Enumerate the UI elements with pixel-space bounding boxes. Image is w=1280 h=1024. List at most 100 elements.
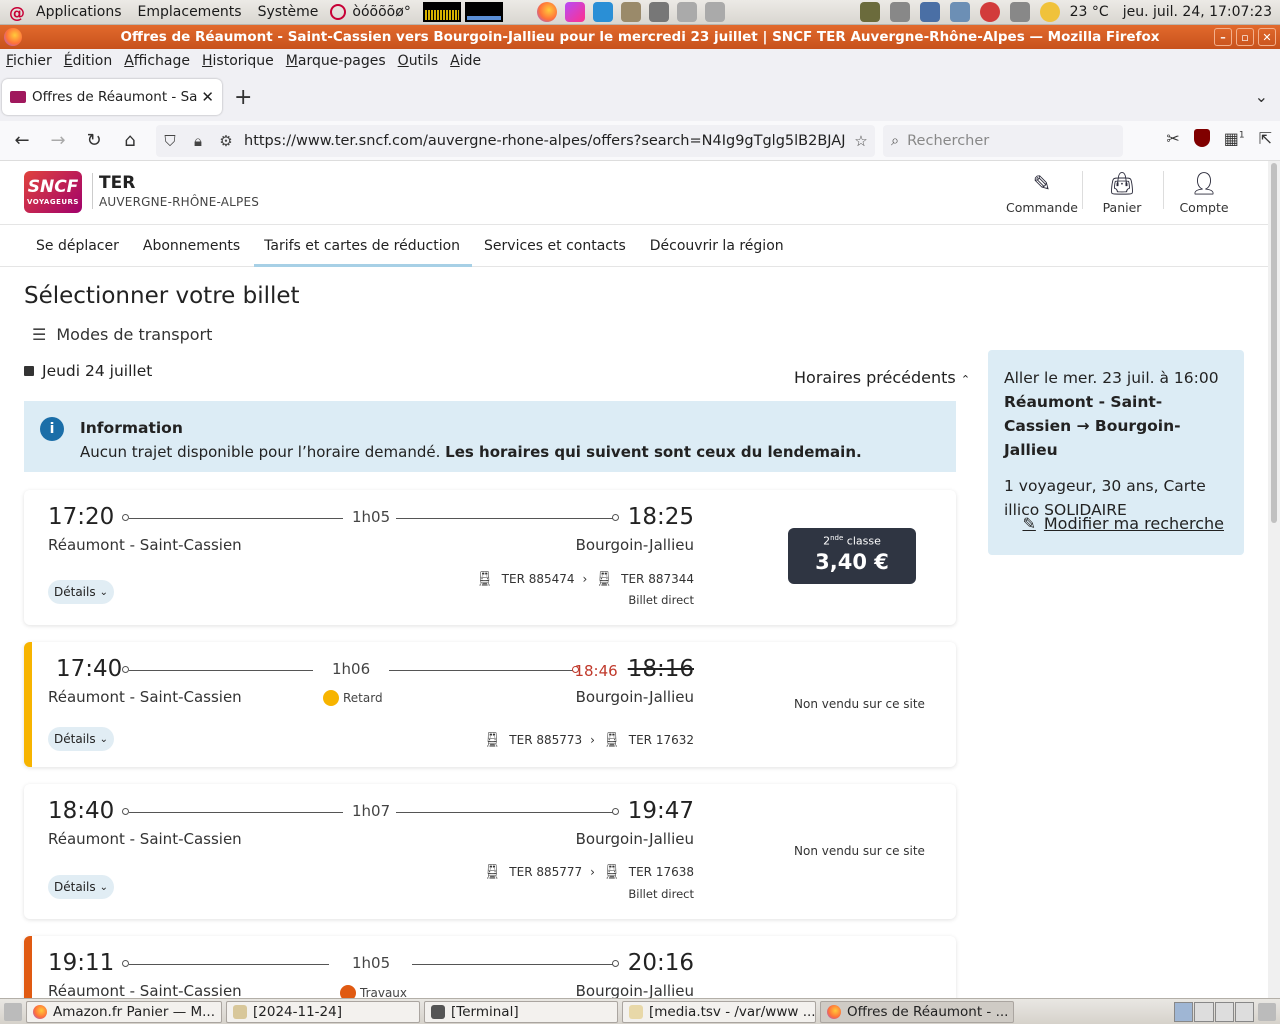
url-text[interactable]: https://www.ter.sncf.com/auvergne-rhone-… xyxy=(240,133,847,149)
folder-icon xyxy=(233,1004,247,1019)
network-launcher-2-icon[interactable] xyxy=(704,2,725,22)
tab-close-button[interactable]: ✕ xyxy=(201,88,214,106)
taskbar: Amazon.fr Panier — M... [2024-11-24] [Te… xyxy=(0,998,1280,1024)
timeline-line xyxy=(129,964,329,965)
line-dot xyxy=(612,960,619,967)
vscodium-launcher-icon[interactable] xyxy=(592,2,613,22)
screenshot-extension-icon[interactable]: ✂ xyxy=(1166,129,1179,148)
home-button[interactable]: ⌂ xyxy=(116,127,144,155)
nav-services[interactable]: Services et contacts xyxy=(472,226,638,266)
minimize-button[interactable]: – xyxy=(1214,28,1232,46)
taskbar-item-folder[interactable]: [2024-11-24] xyxy=(226,1000,420,1023)
shield-icon[interactable]: ⛉ xyxy=(156,132,184,150)
weather-temperature[interactable]: 23 °C xyxy=(1066,4,1113,20)
network-launcher-icon[interactable] xyxy=(676,2,697,22)
taskbar-item-amazon[interactable]: Amazon.fr Panier — M... xyxy=(26,1000,222,1023)
debian-logo-icon[interactable]: @ xyxy=(6,1,28,23)
journey-card[interactable]: 17:20 1h05 18:25 Réaumont - Saint-Cassie… xyxy=(24,490,956,625)
permissions-icon[interactable]: ⚙ xyxy=(212,132,240,150)
menu-edit[interactable]: Édition xyxy=(58,53,118,69)
modify-search-link[interactable]: ✎ Modifier ma recherche xyxy=(1022,512,1224,536)
web-page: SNCF VOYAGEURS TER AUVERGNE-RHÔNE-ALPES … xyxy=(0,161,1268,998)
ublock-origin-icon[interactable] xyxy=(1193,129,1210,147)
network-monitor-icon[interactable] xyxy=(464,2,503,22)
menu-tools[interactable]: Outils xyxy=(392,53,444,69)
brand[interactable]: TER AUVERGNE-RHÔNE-ALPES xyxy=(92,173,259,209)
places-menu[interactable]: Emplacements xyxy=(130,4,250,20)
taskbar-item-editor[interactable]: [media.tsv - /var/www ... xyxy=(622,1000,816,1023)
speaker-icon[interactable] xyxy=(1009,2,1030,22)
panier-button[interactable]: 👜︎ Panier xyxy=(1082,165,1162,221)
previous-times-label: Horaires précédents xyxy=(794,368,956,387)
firefox-launcher-icon[interactable] xyxy=(536,2,557,22)
price-button[interactable]: 2nde classe 3,40 € xyxy=(788,528,916,584)
tab-title: Offres de Réaumont - Sain xyxy=(32,89,198,105)
nav-decouvrir[interactable]: Découvrir la région xyxy=(638,226,796,266)
date-heading: Jeudi 24 juillet xyxy=(24,362,152,380)
menu-help[interactable]: Aide xyxy=(444,53,487,69)
train-number: TER 17638 xyxy=(628,865,694,879)
details-button[interactable]: Détails ⌄ xyxy=(48,875,114,899)
gimp-launcher-icon[interactable] xyxy=(620,2,641,22)
page-scrollbar[interactable] xyxy=(1268,161,1280,998)
trash-icon[interactable] xyxy=(1258,1002,1276,1021)
scrollbar-thumb[interactable] xyxy=(1271,163,1277,523)
menu-file[interactable]: Fichier xyxy=(0,53,58,69)
reload-button[interactable]: ↻ xyxy=(80,127,108,155)
screenshot-launcher-icon[interactable] xyxy=(648,2,669,22)
user-label[interactable]: òóõõõø° xyxy=(350,4,418,20)
train-list: 🚆︎ TER 885777 › 🚆︎ TER 17638 xyxy=(484,864,695,880)
taskbar-item-terminal[interactable]: [Terminal] xyxy=(424,1000,618,1023)
details-button[interactable]: Détails ⌄ xyxy=(48,727,114,751)
tab-list-chevron-icon[interactable]: ⌄ xyxy=(1255,87,1268,106)
workspace-switcher-icon[interactable] xyxy=(1174,1001,1254,1022)
lock-icon[interactable]: 🔒︎ xyxy=(184,132,212,150)
system-menu[interactable]: Système xyxy=(250,4,327,20)
blocked-icon[interactable] xyxy=(979,2,1000,22)
forward-button[interactable]: → xyxy=(44,127,72,155)
chevron-down-icon: ⌄ xyxy=(99,881,108,893)
extensions-icon[interactable]: ▦1 xyxy=(1224,129,1245,148)
compte-button[interactable]: 👤︎ Compte xyxy=(1164,165,1244,221)
back-button[interactable]: ← xyxy=(8,127,36,155)
price-amount: 3,40 € xyxy=(815,549,889,574)
departure-time: 17:40 xyxy=(56,656,123,682)
new-tab-button[interactable]: + xyxy=(234,85,252,110)
pencil-icon: ✎ xyxy=(1022,514,1036,533)
transport-modes-button[interactable]: ☰ Modes de transport xyxy=(32,325,212,344)
journey-card[interactable]: 17:40 1h06 18:46 18:16 Réaumont - Saint-… xyxy=(24,642,956,767)
info-message-bold: Les horaires qui suivent sont ceux du le… xyxy=(445,443,862,461)
battery-icon[interactable] xyxy=(949,2,970,22)
nav-abonnements[interactable]: Abonnements xyxy=(131,226,252,266)
journey-card[interactable]: 18:40 1h07 19:47 Réaumont - Saint-Cassie… xyxy=(24,784,956,919)
commande-button[interactable]: ✎ Commande xyxy=(1002,165,1082,221)
show-desktop-icon[interactable] xyxy=(4,1002,22,1021)
menu-history[interactable]: Historique xyxy=(196,53,280,69)
line-dot xyxy=(612,514,619,521)
phpstorm-launcher-icon[interactable] xyxy=(564,2,585,22)
previous-times-button[interactable]: Horaires précédents ⌃ xyxy=(794,368,970,387)
menu-view[interactable]: Affichage xyxy=(118,53,196,69)
cpu-monitor-icon[interactable] xyxy=(422,2,461,22)
info-text: Aucun trajet disponible pour l’horaire d… xyxy=(80,443,862,461)
search-tray-icon[interactable] xyxy=(919,2,940,22)
sncf-logo[interactable]: SNCF VOYAGEURS xyxy=(24,171,82,213)
menu-bookmarks[interactable]: Marque-pages xyxy=(280,53,392,69)
url-bar[interactable]: ⛉ 🔒︎ ⚙ https://www.ter.sncf.com/auvergne… xyxy=(156,125,875,157)
close-window-button[interactable]: ✕ xyxy=(1258,28,1276,46)
nav-se-deplacer[interactable]: Se déplacer xyxy=(24,226,131,266)
clock[interactable]: jeu. juil. 24, 17:07:23 xyxy=(1115,4,1280,20)
user-switcher-icon[interactable] xyxy=(330,4,347,20)
applications-menu[interactable]: Applications xyxy=(28,4,130,20)
volume-icon[interactable] xyxy=(889,2,910,22)
nav-tarifs[interactable]: Tarifs et cartes de réduction xyxy=(252,226,472,267)
share-icon[interactable]: ⇱ xyxy=(1259,129,1272,148)
bookmark-star-icon[interactable]: ☆ xyxy=(847,132,875,150)
display-icon[interactable] xyxy=(859,2,880,22)
journey-card[interactable]: 19:11 1h05 20:16 Réaumont - Saint-Cassie… xyxy=(24,936,956,998)
search-input[interactable]: ⌕ Rechercher xyxy=(883,125,1123,157)
maximize-button[interactable]: ▫ xyxy=(1236,28,1254,46)
taskbar-item-firefox[interactable]: Offres de Réaumont - ... xyxy=(820,1000,1014,1023)
tab-sncf-offers[interactable]: Offres de Réaumont - Sain ✕ xyxy=(2,79,222,115)
details-button[interactable]: Détails ⌄ xyxy=(48,580,114,604)
